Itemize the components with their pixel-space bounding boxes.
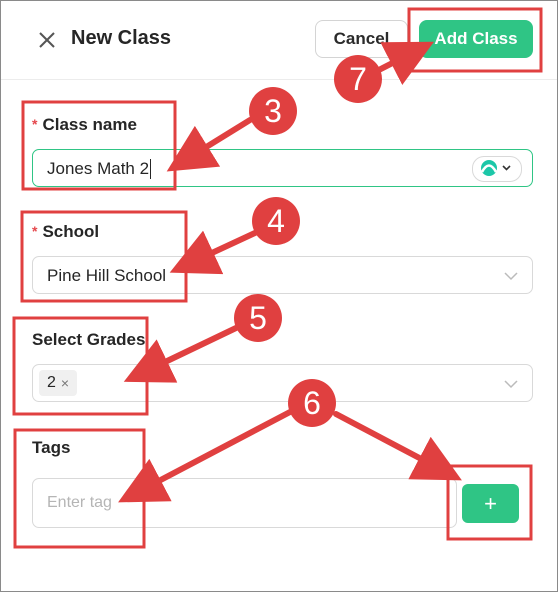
chevron-down-icon: [504, 272, 518, 281]
school-label: * School: [32, 222, 99, 242]
chevron-down-icon: [504, 380, 518, 389]
grade-chip-label: 2: [47, 374, 56, 391]
modal-header: New Class Cancel Add Class: [1, 1, 557, 80]
class-name-value: Jones Math 2: [47, 158, 152, 180]
grades-label: Select Grades: [32, 330, 146, 349]
add-class-button[interactable]: Add Class: [419, 20, 533, 58]
remove-grade-icon[interactable]: ×: [61, 375, 69, 391]
required-mark: *: [32, 223, 38, 239]
class-name-label-text: Class name: [42, 115, 137, 134]
extension-icon: [480, 160, 511, 176]
modal-frame: New Class Cancel Add Class * Class name J…: [0, 0, 558, 592]
close-icon[interactable]: [35, 28, 59, 52]
page-title: New Class: [71, 27, 172, 49]
tags-input[interactable]: Enter tag: [32, 478, 457, 528]
school-select[interactable]: Pine Hill School: [32, 256, 533, 294]
text-caret: [150, 158, 152, 179]
class-name-text: Jones Math 2: [47, 159, 150, 178]
tags-label: Tags: [32, 438, 71, 457]
school-value: Pine Hill School: [47, 266, 167, 285]
cancel-button[interactable]: Cancel: [315, 20, 408, 58]
tags-placeholder: Enter tag: [47, 494, 112, 511]
class-name-input[interactable]: Jones Math 2: [32, 149, 533, 187]
school-label-text: School: [42, 222, 100, 241]
grade-chip: 2 ×: [39, 370, 78, 396]
add-tag-button[interactable]: +: [462, 484, 519, 523]
required-mark: *: [32, 116, 38, 132]
grades-select[interactable]: 2 ×: [32, 364, 533, 402]
class-name-label: * Class name: [32, 115, 137, 135]
extension-button[interactable]: [472, 156, 522, 182]
